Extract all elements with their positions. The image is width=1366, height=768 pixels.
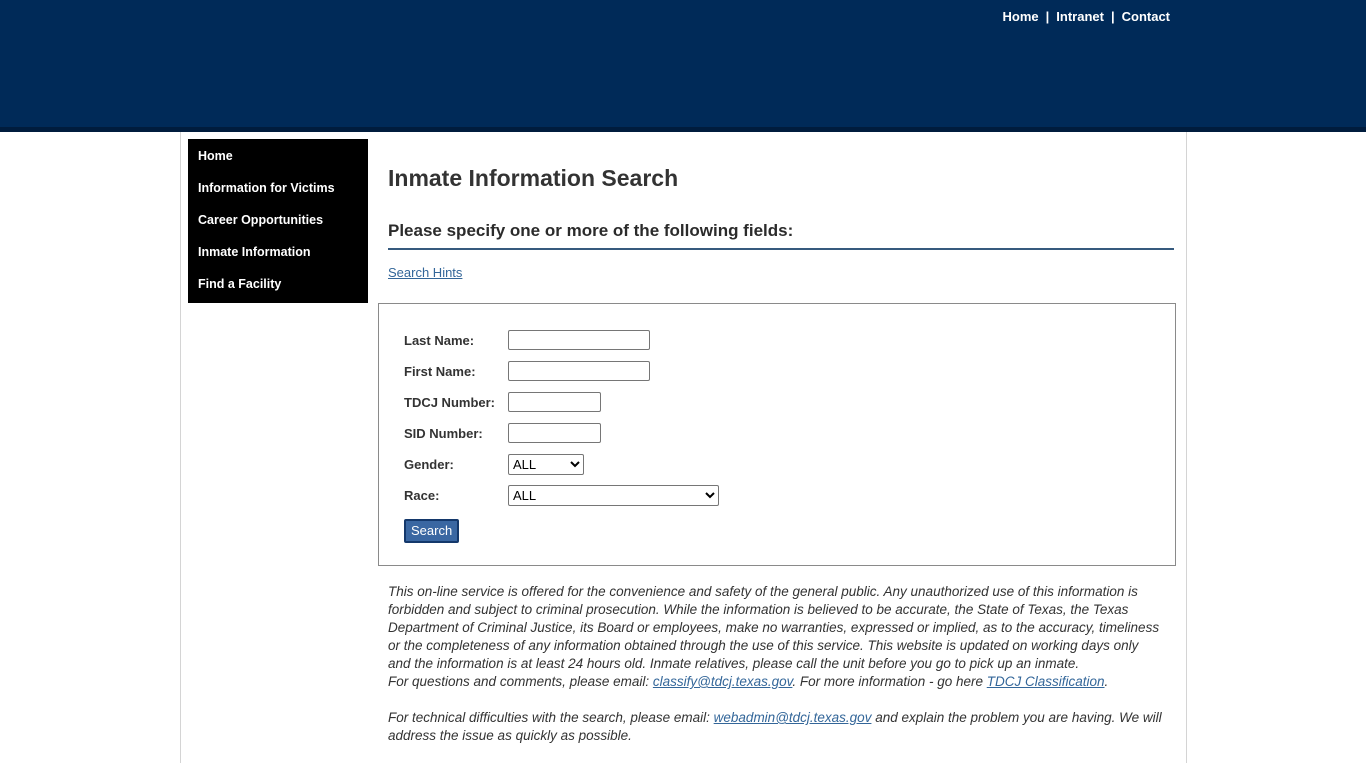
search-hints-link[interactable]: Search Hints xyxy=(388,265,462,280)
main-content: Inmate Information Search Please specify… xyxy=(388,132,1178,745)
site-header: Home | Intranet | Contact xyxy=(0,0,1366,132)
technical-text: For technical difficulties with the sear… xyxy=(388,710,714,725)
disclaimer-body: This on-line service is offered for the … xyxy=(388,584,1159,671)
top-nav: Home | Intranet | Contact xyxy=(0,0,1366,24)
race-label: Race: xyxy=(404,488,508,503)
sid-number-input[interactable] xyxy=(508,423,601,443)
section-divider xyxy=(388,248,1174,250)
first-name-input[interactable] xyxy=(508,361,650,381)
last-name-input[interactable] xyxy=(508,330,650,350)
last-name-row: Last Name: xyxy=(404,330,1175,350)
tdcj-number-row: TDCJ Number: xyxy=(404,392,1175,412)
classify-email-link[interactable]: classify@tdcj.texas.gov xyxy=(653,674,793,689)
tdcj-classification-link[interactable]: TDCJ Classification xyxy=(987,674,1105,689)
sidebar-item-find-a-facility[interactable]: Find a Facility xyxy=(188,269,368,301)
search-button[interactable]: Search xyxy=(404,519,459,543)
first-name-row: First Name: xyxy=(404,361,1175,381)
sidebar-item-information-for-victims[interactable]: Information for Victims xyxy=(188,173,368,205)
questions-text-after: . xyxy=(1105,674,1109,689)
sid-number-row: SID Number: xyxy=(404,423,1175,443)
top-nav-home-link[interactable]: Home xyxy=(1003,9,1039,24)
gender-select[interactable]: ALL xyxy=(508,454,584,475)
nav-separator: | xyxy=(1111,9,1115,24)
disclaimer-text: This on-line service is offered for the … xyxy=(388,583,1164,745)
disclaimer-paragraph: This on-line service is offered for the … xyxy=(388,583,1164,691)
last-name-label: Last Name: xyxy=(404,333,508,348)
page-title: Inmate Information Search xyxy=(388,165,1178,192)
questions-text-middle: . For more information - go here xyxy=(792,674,986,689)
first-name-label: First Name: xyxy=(404,364,508,379)
sidebar-item-inmate-information[interactable]: Inmate Information xyxy=(188,237,368,269)
sid-number-label: SID Number: xyxy=(404,426,508,441)
sidebar-item-home[interactable]: Home xyxy=(188,141,368,173)
nav-separator: | xyxy=(1046,9,1050,24)
race-row: Race: ALL xyxy=(404,485,1175,505)
sidebar: Home Information for Victims Career Oppo… xyxy=(188,139,368,303)
content-area: Home Information for Victims Career Oppo… xyxy=(180,132,1187,763)
technical-paragraph: For technical difficulties with the sear… xyxy=(388,709,1164,745)
tdcj-number-input[interactable] xyxy=(508,392,601,412)
race-select[interactable]: ALL xyxy=(508,485,719,506)
gender-row: Gender: ALL xyxy=(404,454,1175,474)
search-form-box: Last Name: First Name: TDCJ Number: SID … xyxy=(378,303,1176,566)
tdcj-number-label: TDCJ Number: xyxy=(404,395,508,410)
gender-label: Gender: xyxy=(404,457,508,472)
top-nav-contact-link[interactable]: Contact xyxy=(1122,9,1170,24)
top-nav-intranet-link[interactable]: Intranet xyxy=(1056,9,1104,24)
form-instructions: Please specify one or more of the follow… xyxy=(388,221,1178,241)
sidebar-item-career-opportunities[interactable]: Career Opportunities xyxy=(188,205,368,237)
questions-text: For questions and comments, please email… xyxy=(388,674,653,689)
webadmin-email-link[interactable]: webadmin@tdcj.texas.gov xyxy=(714,710,872,725)
